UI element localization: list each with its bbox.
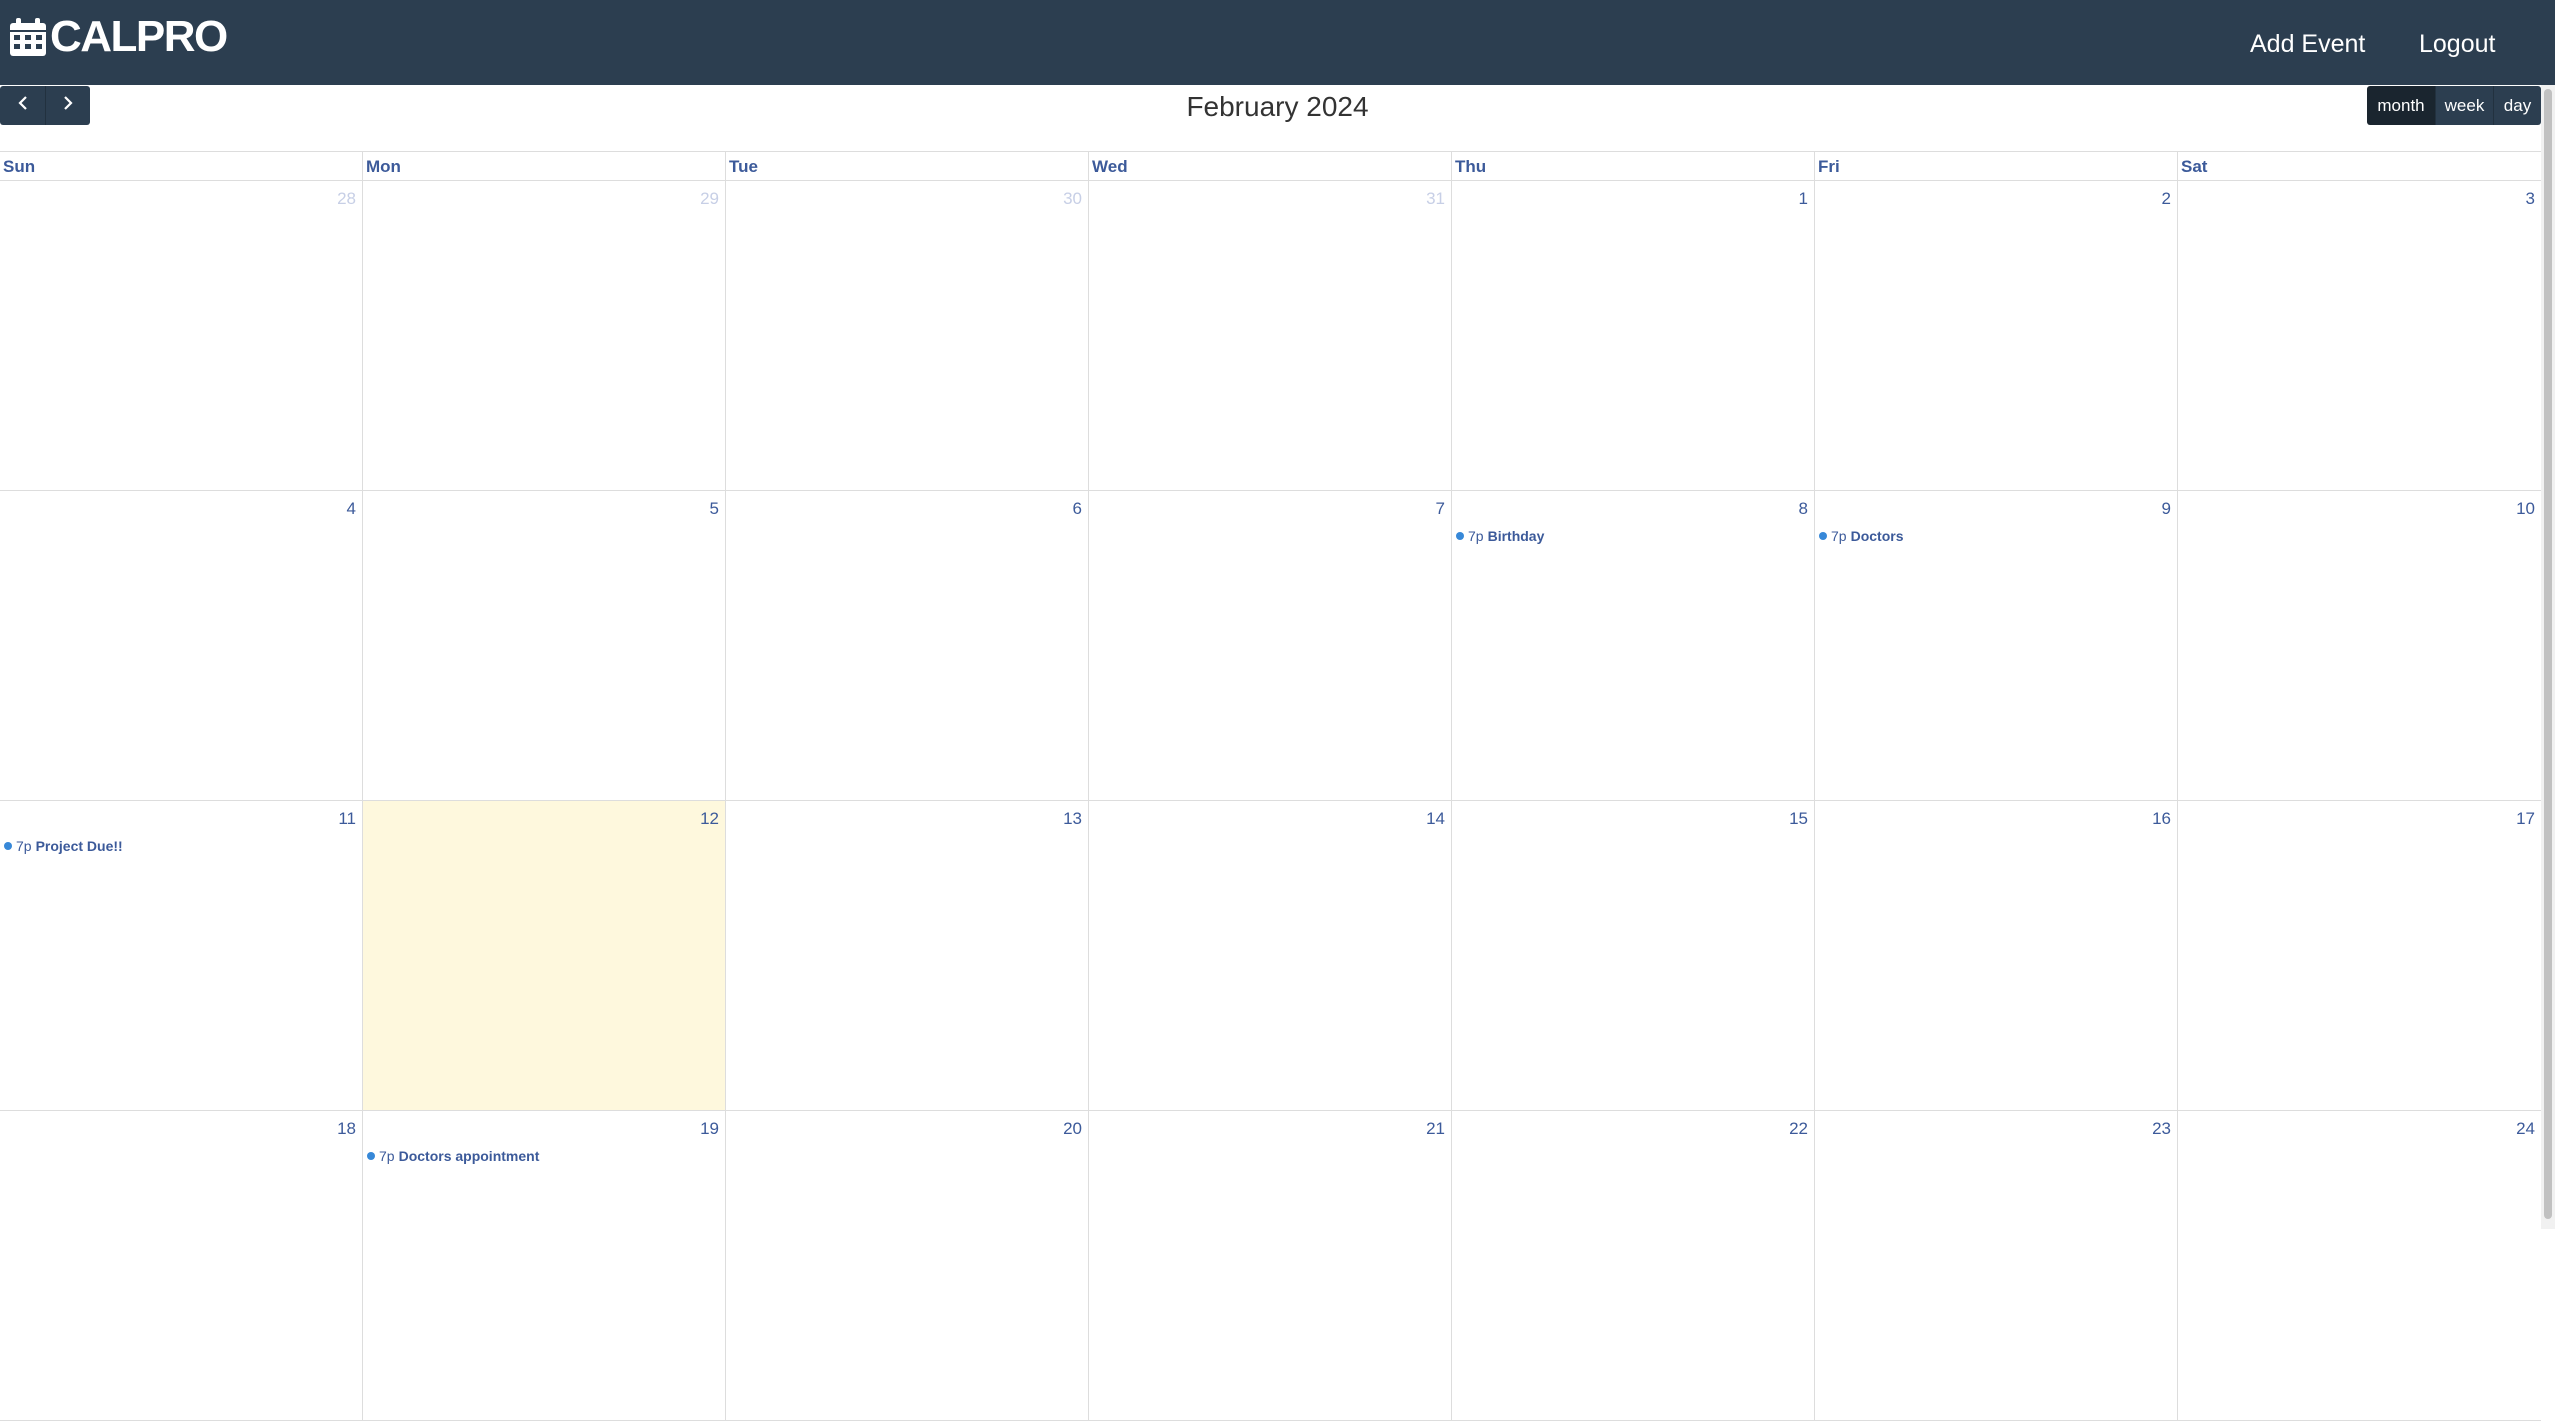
day-cell[interactable]: 19 7p Doctors appointment bbox=[363, 1111, 726, 1420]
day-cell[interactable]: 23 bbox=[1815, 1111, 2178, 1420]
weekday-header-row: Sun Mon Tue Wed Thu Fri Sat bbox=[0, 151, 2541, 181]
month-grid: Sun Mon Tue Wed Thu Fri Sat 28 29 30 31 1 2 3 4… bbox=[0, 151, 2541, 1421]
event-title: Doctors appointment bbox=[398, 1148, 540, 1164]
week-row: 4 5 6 7 8 7p Birthday 9 7p Doctors 10 bbox=[0, 491, 2541, 801]
day-number[interactable]: 24 bbox=[2516, 1119, 2535, 1139]
day-cell[interactable]: 18 bbox=[0, 1111, 363, 1420]
day-number[interactable]: 16 bbox=[2152, 809, 2171, 829]
week-row: 18 19 7p Doctors appointment 20 21 22 23 24 bbox=[0, 1111, 2541, 1421]
day-number[interactable]: 18 bbox=[337, 1119, 356, 1139]
day-number[interactable]: 7 bbox=[1436, 499, 1445, 519]
day-cell-today[interactable]: 12 bbox=[363, 801, 726, 1110]
day-cell[interactable]: 6 bbox=[726, 491, 1089, 800]
event-dot-icon bbox=[1456, 532, 1464, 540]
day-number[interactable]: 9 bbox=[2162, 499, 2171, 519]
view-switcher: month week day bbox=[2367, 86, 2541, 125]
vertical-scrollbar[interactable] bbox=[2541, 85, 2555, 1229]
week-row: 28 29 30 31 1 2 3 bbox=[0, 181, 2541, 491]
day-number[interactable]: 8 bbox=[1799, 499, 1808, 519]
week-row: 11 7p Project Due!! 12 13 14 15 16 17 bbox=[0, 801, 2541, 1111]
week-view-button[interactable]: week bbox=[2435, 86, 2493, 125]
day-cell[interactable]: 21 bbox=[1089, 1111, 1452, 1420]
day-cell[interactable]: 1 bbox=[1452, 181, 1815, 490]
day-cell[interactable]: 10 bbox=[2178, 491, 2541, 800]
event-dot-icon bbox=[4, 842, 12, 850]
day-number[interactable]: 30 bbox=[1063, 189, 1082, 209]
day-number[interactable]: 11 bbox=[338, 809, 356, 829]
event-title: Birthday bbox=[1487, 528, 1545, 544]
event-title: Project Due!! bbox=[35, 838, 123, 854]
day-cell[interactable]: 20 bbox=[726, 1111, 1089, 1420]
day-number[interactable]: 19 bbox=[700, 1119, 719, 1139]
day-cell[interactable]: 3 bbox=[2178, 181, 2541, 490]
day-number[interactable]: 15 bbox=[1789, 809, 1808, 829]
top-navbar: CALPRO Add Event Logout bbox=[0, 0, 2555, 85]
calendar-event[interactable]: 7p Doctors bbox=[1819, 527, 1903, 545]
event-time: 7p bbox=[1468, 528, 1484, 544]
day-number[interactable]: 1 bbox=[1799, 189, 1808, 209]
calendar-event[interactable]: 7p Birthday bbox=[1456, 527, 1544, 545]
day-cell[interactable]: 4 bbox=[0, 491, 363, 800]
weekday-header: Mon bbox=[363, 152, 726, 180]
day-number[interactable]: 5 bbox=[710, 499, 719, 519]
day-number[interactable]: 6 bbox=[1073, 499, 1082, 519]
day-number[interactable]: 3 bbox=[2526, 189, 2535, 209]
weekday-header: Thu bbox=[1452, 152, 1815, 180]
add-event-link[interactable]: Add Event bbox=[2250, 24, 2365, 64]
day-number[interactable]: 20 bbox=[1063, 1119, 1082, 1139]
calendar-event[interactable]: 7p Project Due!! bbox=[4, 837, 123, 855]
calendar-title: February 2024 bbox=[1186, 91, 1369, 122]
day-cell[interactable]: 11 7p Project Due!! bbox=[0, 801, 363, 1110]
day-view-button[interactable]: day bbox=[2493, 86, 2541, 125]
day-number[interactable]: 21 bbox=[1426, 1119, 1445, 1139]
weekday-header: Wed bbox=[1089, 152, 1452, 180]
day-cell[interactable]: 29 bbox=[363, 181, 726, 490]
day-number[interactable]: 31 bbox=[1426, 189, 1445, 209]
day-cell[interactable]: 7 bbox=[1089, 491, 1452, 800]
event-time: 7p bbox=[16, 838, 32, 854]
day-number[interactable]: 14 bbox=[1426, 809, 1445, 829]
brand-name: CALPRO bbox=[50, 12, 228, 61]
event-time: 7p bbox=[379, 1148, 395, 1164]
weekday-header: Fri bbox=[1815, 152, 2178, 180]
day-cell[interactable]: 24 bbox=[2178, 1111, 2541, 1420]
weekday-header: Sat bbox=[2181, 157, 2208, 176]
month-view-button[interactable]: month bbox=[2367, 86, 2435, 125]
day-cell[interactable]: 9 7p Doctors bbox=[1815, 491, 2178, 800]
day-cell[interactable]: 16 bbox=[1815, 801, 2178, 1110]
day-number[interactable]: 17 bbox=[2516, 809, 2535, 829]
calendar-event[interactable]: 7p Doctors appointment bbox=[367, 1147, 539, 1165]
weeks-container: 28 29 30 31 1 2 3 4 5 6 7 8 7p Birthday 9 7p Doctors 10 11… bbox=[0, 181, 2541, 1421]
scrollbar-thumb[interactable] bbox=[2544, 89, 2552, 1219]
day-number[interactable]: 28 bbox=[337, 189, 356, 209]
day-cell[interactable]: 2 bbox=[1815, 181, 2178, 490]
day-number[interactable]: 10 bbox=[2516, 499, 2535, 519]
day-number[interactable]: 22 bbox=[1789, 1119, 1808, 1139]
day-cell[interactable]: 13 bbox=[726, 801, 1089, 1110]
event-dot-icon bbox=[1819, 532, 1827, 540]
brand-logo[interactable]: CALPRO bbox=[10, 12, 228, 62]
day-number[interactable]: 13 bbox=[1063, 809, 1082, 829]
event-time: 7p bbox=[1831, 528, 1847, 544]
day-number[interactable]: 29 bbox=[700, 189, 719, 209]
day-number[interactable]: 12 bbox=[700, 809, 719, 829]
day-cell[interactable]: 14 bbox=[1089, 801, 1452, 1110]
day-number[interactable]: 23 bbox=[2152, 1119, 2171, 1139]
calendar-icon bbox=[10, 18, 46, 56]
day-cell[interactable]: 30 bbox=[726, 181, 1089, 490]
day-cell[interactable]: 17 bbox=[2178, 801, 2541, 1110]
day-cell[interactable]: 5 bbox=[363, 491, 726, 800]
weekday-header: Tue bbox=[726, 152, 1089, 180]
day-cell[interactable]: 22 bbox=[1452, 1111, 1815, 1420]
logout-link[interactable]: Logout bbox=[2419, 24, 2495, 64]
weekday-header: Sun bbox=[0, 152, 363, 180]
day-cell[interactable]: 31 bbox=[1089, 181, 1452, 490]
event-title: Doctors bbox=[1850, 528, 1904, 544]
day-cell[interactable]: 28 bbox=[0, 181, 363, 490]
day-cell[interactable]: 15 bbox=[1452, 801, 1815, 1110]
day-number[interactable]: 4 bbox=[347, 499, 356, 519]
event-dot-icon bbox=[367, 1152, 375, 1160]
day-number[interactable]: 2 bbox=[2162, 189, 2171, 209]
day-cell[interactable]: 8 7p Birthday bbox=[1452, 491, 1815, 800]
